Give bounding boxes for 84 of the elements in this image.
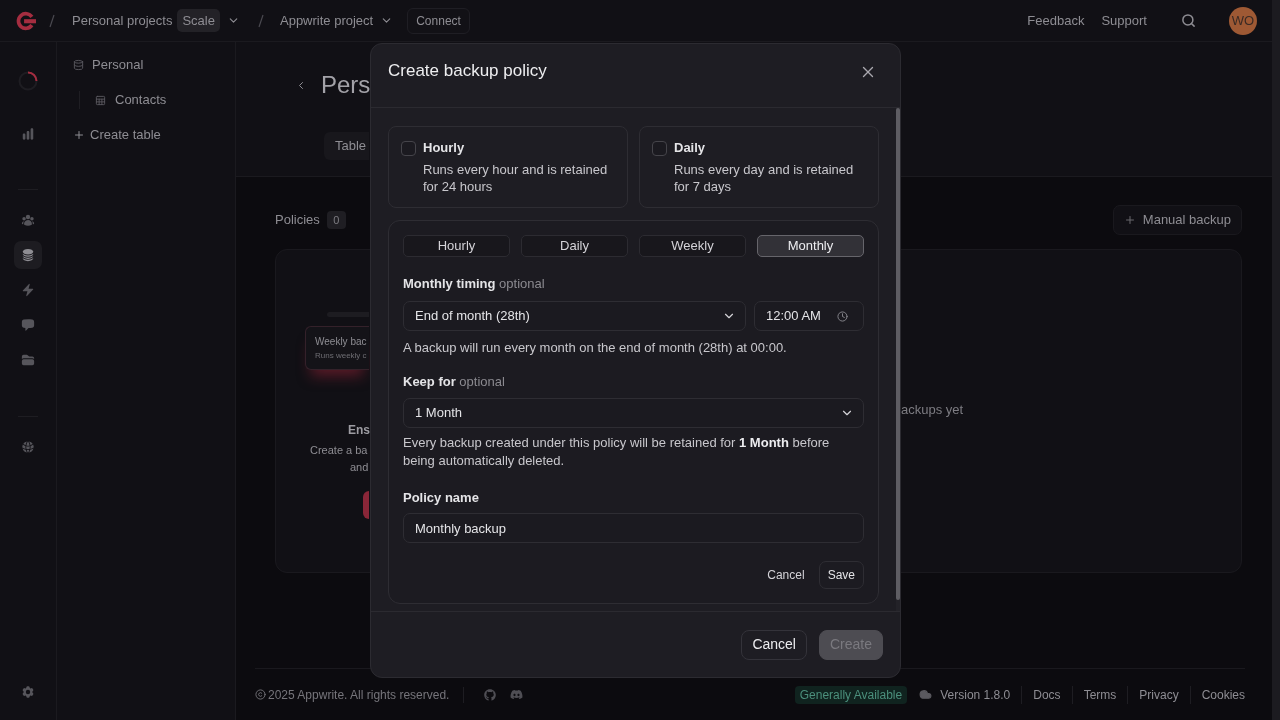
footer-link[interactable]: Docs (1033, 685, 1061, 704)
help-text: Every backup created under this policy will be retained for 1 Month before being automatically deleted. (403, 434, 831, 470)
cancel-button[interactable]: Cancel (767, 561, 805, 589)
database-label: Personal (92, 56, 144, 75)
section-title: Policies (275, 211, 320, 230)
preview-subtitle: Runs weekly c (315, 351, 368, 361)
breadcrumb-button[interactable]: Appwrite project (280, 10, 394, 31)
preset-description: Runs every hour and is retained for 24 hours (423, 161, 609, 195)
field-label: Keep for optional (403, 373, 506, 391)
settings-icon (21, 685, 35, 699)
save-button[interactable]: Save (818, 561, 864, 589)
page-title: Pers (321, 71, 371, 99)
preset-card[interactable]: Daily Runs every day and is retained for 7 days (639, 126, 879, 208)
header-link[interactable]: Support (1101, 10, 1147, 31)
copyright-icon (255, 689, 266, 700)
globe-icon (21, 440, 35, 454)
preview-title: Weekly bac (315, 335, 368, 348)
checkbox[interactable] (401, 141, 416, 156)
action-button[interactable] (363, 491, 369, 519)
github-icon (484, 688, 497, 701)
settings-button[interactable] (21, 685, 35, 699)
preset-title: Daily (674, 139, 707, 157)
folder-icon (21, 353, 35, 367)
discord-icon (510, 688, 524, 701)
database-nav-button[interactable] (14, 241, 42, 269)
empty-state-text: ackups yet (901, 401, 964, 418)
empty-state-text: and (350, 460, 369, 475)
search-icon (1180, 13, 1196, 28)
logo-icon[interactable] (14, 10, 36, 31)
dialog-title: Create backup policy (388, 61, 547, 81)
people-icon (21, 213, 35, 227)
status-badge: Generally Available (794, 685, 908, 704)
plus-icon (73, 129, 85, 141)
table-icon (95, 94, 106, 106)
copyright-text: 2025 Appwrite. All rights reserved. (268, 686, 450, 704)
time-field[interactable]: 12:00 AM (754, 301, 864, 331)
footer-link[interactable]: Terms (1083, 685, 1117, 704)
checkbox[interactable] (652, 141, 667, 156)
timing-select[interactable]: End of month (28th) (403, 301, 746, 331)
help-text: A backup will run every month on the end of month (28th) at 00:00. (403, 339, 788, 356)
slash-icon (49, 13, 55, 28)
cancel-button[interactable]: Cancel (741, 629, 807, 660)
loading-spinner-icon (18, 71, 38, 91)
plus-icon (1123, 214, 1136, 226)
bar-chart-icon (21, 127, 35, 141)
table-label: Contacts (115, 91, 167, 110)
footer-link[interactable]: Privacy (1139, 685, 1179, 704)
connect-button[interactable]: Connect (407, 7, 470, 34)
database-icon (73, 59, 84, 71)
breadcrumb-label: Personal projects (72, 11, 173, 30)
empty-state-heading: Ens (348, 423, 369, 437)
database-item[interactable]: Personal (73, 56, 144, 74)
lightning-icon (21, 283, 35, 297)
manual-backup-button[interactable]: Manual backup (1112, 205, 1242, 235)
count-badge: 0 (326, 211, 346, 229)
database-icon (21, 248, 35, 262)
frequency-tab[interactable]: Monthly (757, 235, 864, 257)
preset-card[interactable]: Hourly Runs every hour and is retained for 24 hours (388, 126, 628, 208)
header-link[interactable]: Feedback (1027, 10, 1085, 31)
breadcrumb-label: Appwrite project (280, 11, 374, 30)
frequency-tab[interactable]: Weekly (639, 235, 746, 257)
field-label: Monthly timing optional (403, 275, 546, 293)
preset-description: Runs every day and is retained for 7 days (674, 161, 855, 195)
create-table-button[interactable]: Create table (73, 125, 161, 145)
tab[interactable]: Table (324, 132, 369, 160)
github-link[interactable] (484, 688, 497, 701)
frequency-tab[interactable]: Daily (521, 235, 628, 257)
footer-link[interactable]: Cookies (1201, 685, 1245, 704)
empty-state-text: Create a ba (310, 443, 369, 458)
preset-title: Hourly (423, 139, 466, 157)
retention-select[interactable]: 1 Month (403, 398, 864, 428)
search-button[interactable] (1180, 12, 1196, 29)
plan-badge: Scale (177, 9, 220, 32)
breadcrumb-button[interactable]: Personal projects Scale (72, 9, 240, 32)
cloud-icon (919, 688, 933, 701)
slash-icon (258, 13, 264, 28)
field-label: Policy name (403, 489, 480, 507)
table-item[interactable]: Contacts (95, 90, 167, 110)
discord-link[interactable] (510, 688, 524, 701)
policy-name-input[interactable]: Monthly backup (403, 513, 864, 543)
chat-bubble-icon (21, 318, 35, 332)
clock-icon (837, 310, 848, 322)
version-text: Version 1.8.0 (940, 686, 1011, 704)
frequency-tab[interactable]: Hourly (403, 235, 510, 257)
